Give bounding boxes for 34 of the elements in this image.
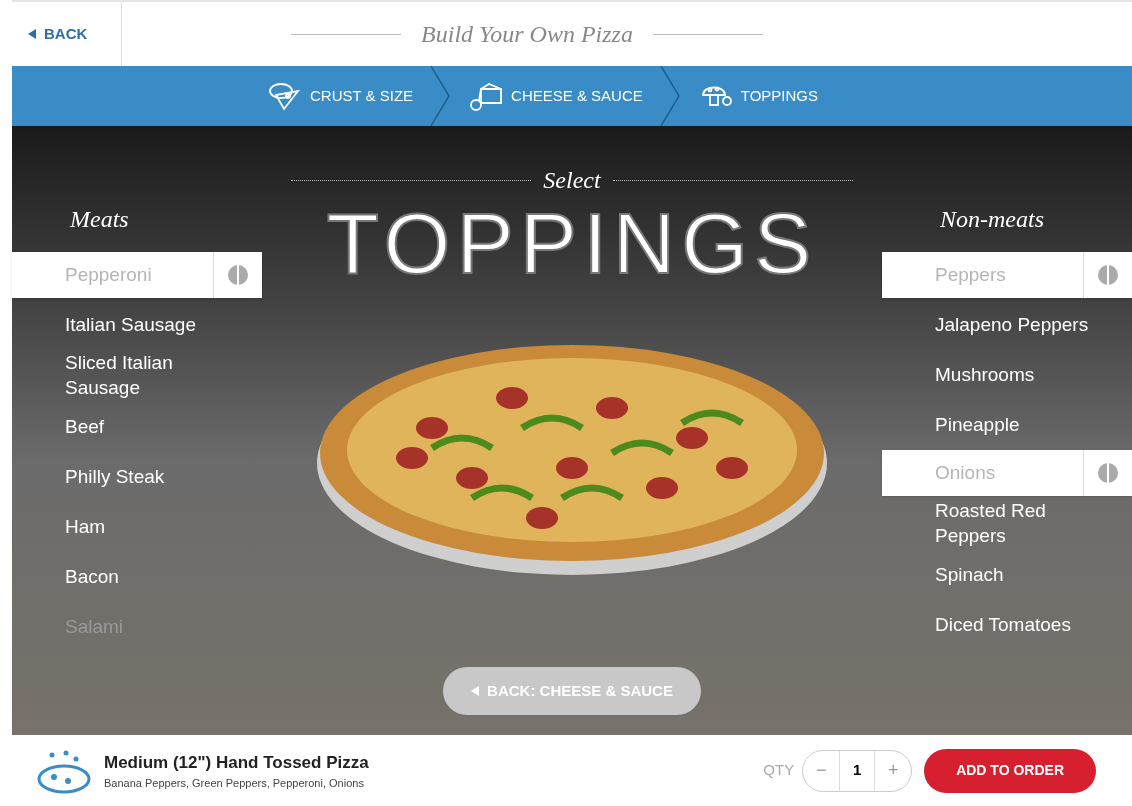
portion-icon[interactable] <box>1097 264 1119 286</box>
page-title: Build Your Own Pizza <box>421 20 633 49</box>
topping-item[interactable]: Sliced Italian Sausage <box>12 350 262 400</box>
topping-item[interactable]: Ham <box>12 513 122 539</box>
left-arrow-icon <box>28 29 36 39</box>
category-heading: Meats <box>70 205 129 234</box>
cheese-icon <box>469 81 504 111</box>
increase-button[interactable]: + <box>875 750 912 791</box>
pizza-slice-icon <box>268 81 302 111</box>
topping-item[interactable]: Beef <box>12 413 121 439</box>
topping-item[interactable]: Jalapeno Peppers <box>882 311 1105 337</box>
topping-item[interactable]: Bacon <box>12 563 135 589</box>
step-tab[interactable]: TOPPINGS <box>690 81 827 111</box>
topping-item[interactable]: Pineapple <box>882 411 1036 437</box>
order-toppings: Banana Peppers, Green Peppers, Pepperoni, Onions <box>104 776 365 791</box>
topping-item[interactable]: Spinach <box>882 561 1020 587</box>
step-tab[interactable]: CHEESE & SAUCE <box>461 81 651 111</box>
qty-label: QTY <box>763 760 795 781</box>
portion-icon[interactable] <box>1097 462 1119 484</box>
add-to-order-button[interactable]: ADD TO ORDER <box>924 748 1096 793</box>
topping-item[interactable]: Diced Tomatoes <box>882 611 1087 637</box>
category-heading: Non-meats <box>940 205 1044 234</box>
topping-item[interactable]: Roasted Red Peppers <box>882 498 1132 548</box>
qty-value[interactable]: 1 <box>839 750 876 791</box>
toppings-heading: TOPPINGS <box>326 198 818 288</box>
order-title: Medium (12") Hand Tossed Pizza <box>104 751 369 774</box>
step-tab[interactable]: CRUST & SIZE <box>260 81 422 111</box>
topping-item[interactable]: Philly Steak <box>12 463 181 489</box>
topping-item[interactable]: Italian Sausage <box>12 311 212 337</box>
portion-icon[interactable] <box>227 264 249 286</box>
decrease-button[interactable]: − <box>803 750 840 791</box>
left-arrow-icon <box>471 686 480 696</box>
topping-item[interactable]: Mushrooms <box>882 361 1051 387</box>
select-label: Select <box>543 166 601 195</box>
